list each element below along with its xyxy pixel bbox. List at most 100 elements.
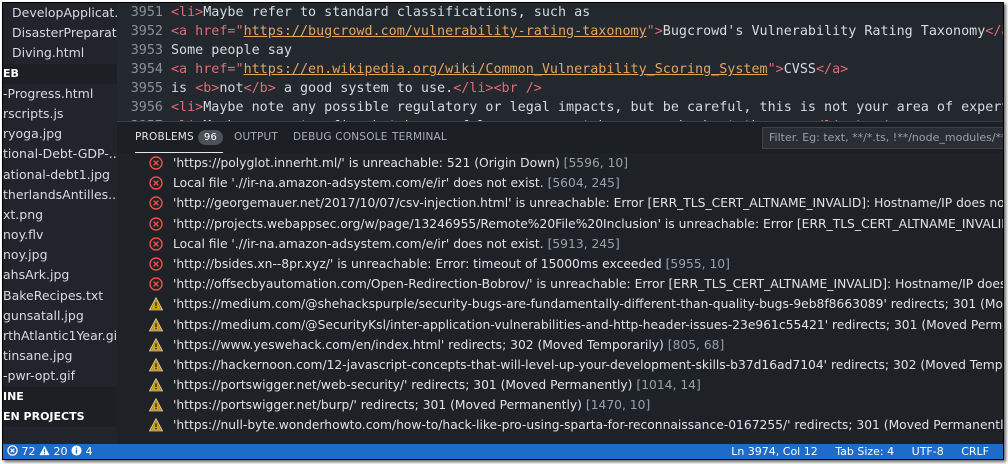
code-line[interactable]: 3955 is <b>not</b> a good system to use.<… bbox=[117, 79, 1003, 98]
problem-row[interactable]: Local file './/ir-na.amazon-adsystem.com… bbox=[117, 173, 1003, 193]
problem-message: 'http://bsides.xn--8pr.xyz/' is unreacha… bbox=[173, 256, 662, 271]
problem-location: [805, 68] bbox=[667, 337, 725, 352]
sidebar-file-item[interactable]: gunsatall.jpg bbox=[3, 306, 117, 326]
problem-row[interactable]: 'https://portswigger.net/web-security/' … bbox=[117, 375, 1003, 395]
sidebar-section-header[interactable]: INE bbox=[3, 386, 117, 407]
sidebar-file-item[interactable]: xt.png bbox=[3, 205, 117, 225]
explorer-sidebar: DevelopApplicat... DisasterPreparat... Div… bbox=[3, 3, 117, 444]
encoding-indicator[interactable]: UTF-8 bbox=[912, 444, 944, 459]
html-tag-token: <a href=" bbox=[171, 62, 244, 77]
cursor-position[interactable]: Ln 3974, Col 12 bbox=[731, 444, 818, 459]
problem-row[interactable]: 'https://www.yeswehack.com/en/index.html… bbox=[117, 335, 1003, 355]
code-text: <a href="https://bugcrowd.com/vulnerabil… bbox=[171, 24, 1003, 39]
warning-icon bbox=[148, 337, 164, 352]
code-editor[interactable]: 3951 <li>Maybe refer to standard classifi… bbox=[117, 3, 1003, 121]
tab-output[interactable]: OUTPUT bbox=[234, 122, 278, 152]
sidebar-file-item[interactable]: tinsane.jpg bbox=[3, 346, 117, 366]
line-number: 3952 bbox=[130, 24, 163, 39]
problem-message: 'http://georgemauer.net/2017/10/07/csv-i… bbox=[173, 196, 1003, 211]
problem-message: Local file './/ir-na.amazon-adsystem.com… bbox=[173, 236, 544, 251]
problem-row[interactable]: 'https://polyglot.innerht.ml/' is unreac… bbox=[117, 153, 1003, 173]
problem-row[interactable]: 'https://medium.com/@shehackspurple/secu… bbox=[117, 294, 1003, 314]
status-info-count: 4 bbox=[85, 445, 93, 458]
problem-row[interactable]: 'http://projects.webappsec.org/w/page/13… bbox=[117, 214, 1003, 234]
error-icon bbox=[149, 277, 163, 291]
warning-icon bbox=[148, 297, 164, 311]
problem-row[interactable]: Local file './/ir-na.amazon-adsystem.com… bbox=[117, 234, 1003, 254]
code-line[interactable]: 3952 <a href="https://bugcrowd.com/vulner… bbox=[117, 22, 1003, 41]
url-string-token: https://en.wikipedia.org/wiki/Common_Vul… bbox=[243, 62, 768, 77]
sidebar-file-item[interactable]: ahsArk.jpg bbox=[3, 265, 117, 285]
html-tag-token: <li> bbox=[171, 100, 204, 115]
problem-row[interactable]: 'https://medium.com/@SecurityKsl/inter-a… bbox=[117, 315, 1003, 335]
error-icon bbox=[149, 257, 163, 271]
tab-debug-console[interactable]: DEBUG CONSOLE bbox=[293, 122, 388, 152]
status-right-items: Ln 3974, Col 12 Tab Size: 4 UTF-8 CRLF bbox=[731, 444, 1003, 459]
warning-icon bbox=[148, 397, 164, 412]
problem-location: [1014, 14] bbox=[636, 378, 701, 393]
problem-message: 'https://hackernoon.com/12-javascript-co… bbox=[173, 357, 1003, 372]
warning-icon bbox=[148, 377, 164, 392]
sidebar-file-item[interactable]: therlandsAntilles... bbox=[3, 185, 117, 205]
status-problems-summary[interactable]: 72 20 4 bbox=[7, 444, 93, 459]
line-number: 3955 bbox=[130, 81, 163, 96]
html-tag-token: "> bbox=[767, 62, 784, 77]
sidebar-file-item[interactable]: noy.flv bbox=[3, 225, 117, 245]
code-line[interactable]: 3953 Some people say bbox=[117, 41, 1003, 60]
code-line[interactable]: 3956 <li>Maybe note any possible regulato… bbox=[117, 98, 1003, 117]
sidebar-file-item[interactable]: DisasterPreparat... bbox=[3, 23, 117, 43]
status-error-count: 72 bbox=[21, 445, 36, 458]
url-string-token: https://bugcrowd.com/vulnerability-ratin… bbox=[243, 24, 647, 39]
warning-icon bbox=[148, 418, 164, 432]
sidebar-file-item[interactable]: tional-Debt-GDP-... bbox=[3, 144, 117, 164]
code-line[interactable]: 3954 <a href="https://en.wikipedia.org/wi… bbox=[117, 60, 1003, 79]
warning-icon bbox=[39, 445, 50, 456]
sidebar-file-item[interactable]: noy.jpg bbox=[3, 245, 117, 265]
sidebar-file-item[interactable]: -Progress.html bbox=[3, 84, 117, 104]
text-token: is bbox=[171, 81, 196, 96]
problem-row[interactable]: 'https://null-byte.wonderhowto.com/how-t… bbox=[117, 415, 1003, 435]
problems-filter-input[interactable]: Filter. Eg: text, **/*.ts, !**/node_modu… bbox=[762, 127, 1003, 149]
sidebar-file-item[interactable]: -pwr-opt.gif bbox=[3, 366, 117, 386]
problem-message: 'http://projects.webappsec.org/w/page/13… bbox=[173, 216, 1003, 231]
tab-terminal[interactable]: TERMINAL bbox=[392, 122, 447, 152]
tab-debug-console-label: DEBUG CONSOLE bbox=[293, 131, 388, 143]
problem-row[interactable]: 'http://bsides.xn--8pr.xyz/' is unreacha… bbox=[117, 254, 1003, 274]
sidebar-file-item[interactable]: BakeRecipes.txt bbox=[3, 286, 117, 306]
code-line[interactable]: 3951 <li>Maybe refer to standard classifi… bbox=[117, 3, 1003, 22]
text-token: Maybe refer to standard classifications,… bbox=[203, 5, 591, 20]
code-text: <li>Maybe refer to standard classificati… bbox=[171, 5, 590, 20]
problem-location: [5955, 10] bbox=[665, 256, 730, 271]
text-token: a good system to use. bbox=[275, 81, 454, 96]
problem-location: [5596, 10] bbox=[563, 156, 629, 170]
line-number: 3954 bbox=[130, 62, 163, 77]
problem-row[interactable]: 'http://offsecbyautomation.com/Open-Redi… bbox=[117, 274, 1003, 294]
tab-problems-label: PROBLEMS bbox=[135, 131, 194, 143]
sidebar-file-item[interactable]: ryoga.jpg bbox=[3, 124, 117, 144]
tab-terminal-label: TERMINAL bbox=[392, 131, 447, 143]
vscode-window: DevelopApplicat... DisasterPreparat... Div… bbox=[2, 2, 1004, 460]
problems-list: 'https://polyglot.innerht.ml/' is unreac… bbox=[117, 153, 1003, 444]
error-icon bbox=[7, 445, 18, 456]
sidebar-file-item[interactable]: rthAtlantic1Year.gif bbox=[3, 326, 117, 346]
html-tag-token: <b> bbox=[195, 81, 220, 96]
tab-problems[interactable]: PROBLEMS 96 bbox=[135, 122, 224, 153]
problem-row[interactable]: 'https://portswigger.net/burp/' redirect… bbox=[117, 395, 1003, 415]
html-tag-token: </a> bbox=[815, 62, 849, 77]
sidebar-file-item[interactable]: ational-debt1.jpg bbox=[3, 165, 117, 185]
problem-row[interactable]: 'https://hackernoon.com/12-javascript-co… bbox=[117, 355, 1003, 375]
eol-indicator[interactable]: CRLF bbox=[961, 444, 989, 459]
sidebar-file-item[interactable]: rscripts.js bbox=[3, 104, 117, 124]
line-number: 3951 bbox=[130, 5, 163, 20]
tab-size-indicator[interactable]: Tab Size: 4 bbox=[835, 444, 894, 459]
code-text: <a href="https://en.wikipedia.org/wiki/C… bbox=[171, 62, 848, 77]
sidebar-file-item[interactable]: DevelopApplicat... bbox=[3, 3, 117, 23]
problem-message: Local file './/ir-na.amazon-adsystem.com… bbox=[173, 176, 544, 191]
problem-row[interactable]: 'http://georgemauer.net/2017/10/07/csv-i… bbox=[117, 193, 1003, 213]
html-tag-token: <li> bbox=[171, 5, 204, 20]
html-tag-token: </li><br /> bbox=[453, 81, 542, 96]
sidebar-file-item[interactable]: Diving.html bbox=[3, 43, 117, 63]
sidebar-section-header[interactable]: EB bbox=[3, 63, 117, 84]
sidebar-section-header[interactable]: EN PROJECTS bbox=[3, 406, 117, 427]
line-number: 3956 bbox=[130, 100, 163, 115]
